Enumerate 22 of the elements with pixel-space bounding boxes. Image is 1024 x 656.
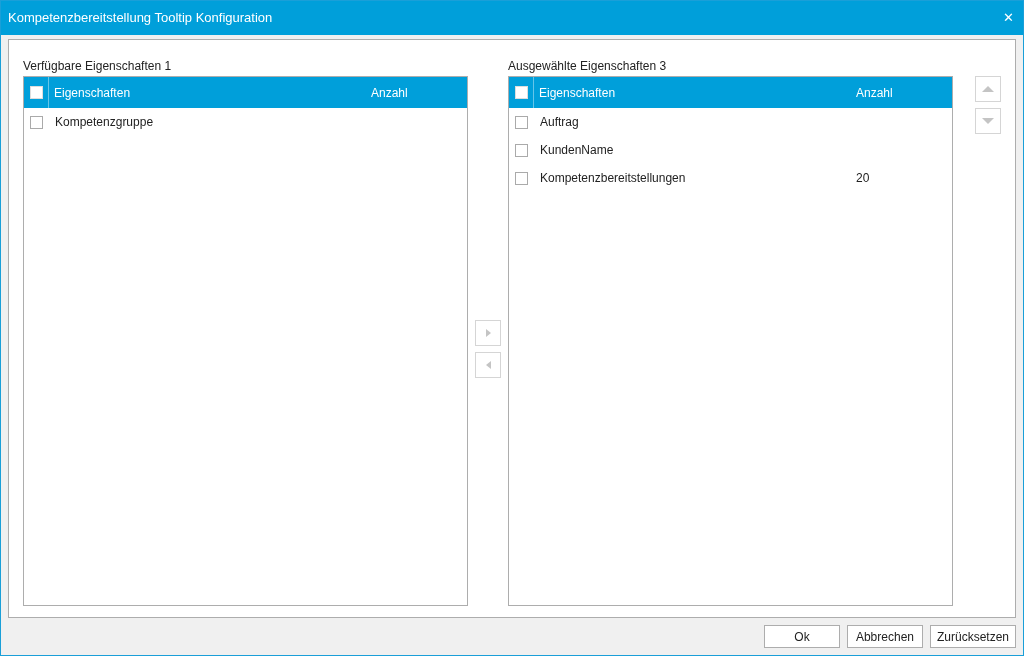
triangle-icon [982,117,994,125]
window-title: Kompetenzbereitstellung Tooltip Konfiguration [8,9,273,28]
list-row[interactable]: KundenName [509,136,952,164]
property-name: Kompetenzgruppe [54,114,155,131]
checkbox[interactable] [515,171,528,185]
list-row[interactable]: Kompetenzbereitstellungen 20 [509,164,952,192]
list-row[interactable]: Kompetenzgruppe [24,108,467,136]
checkbox[interactable] [515,115,528,129]
list-label: Verfügbare Eigenschaften 1 [23,58,173,75]
dialog-button[interactable]: Abbrechen [846,625,923,648]
triangle-icon [483,327,493,338]
property-name: Auftrag [539,114,580,131]
list-label: Ausgewählte Eigenschaften 3 [508,58,668,75]
list-row[interactable]: Auftrag [509,108,952,136]
checkbox[interactable] [30,115,43,129]
property-name: KundenName [539,142,615,159]
triangle-icon [982,85,994,93]
dialog-button[interactable]: Zurücksetzen [929,625,1016,648]
dialog-button[interactable]: Ok [763,625,840,648]
property-name: Kompetenzbereitstellungen [539,170,687,187]
count-text: 20 [856,170,871,187]
checkbox[interactable] [515,143,528,157]
